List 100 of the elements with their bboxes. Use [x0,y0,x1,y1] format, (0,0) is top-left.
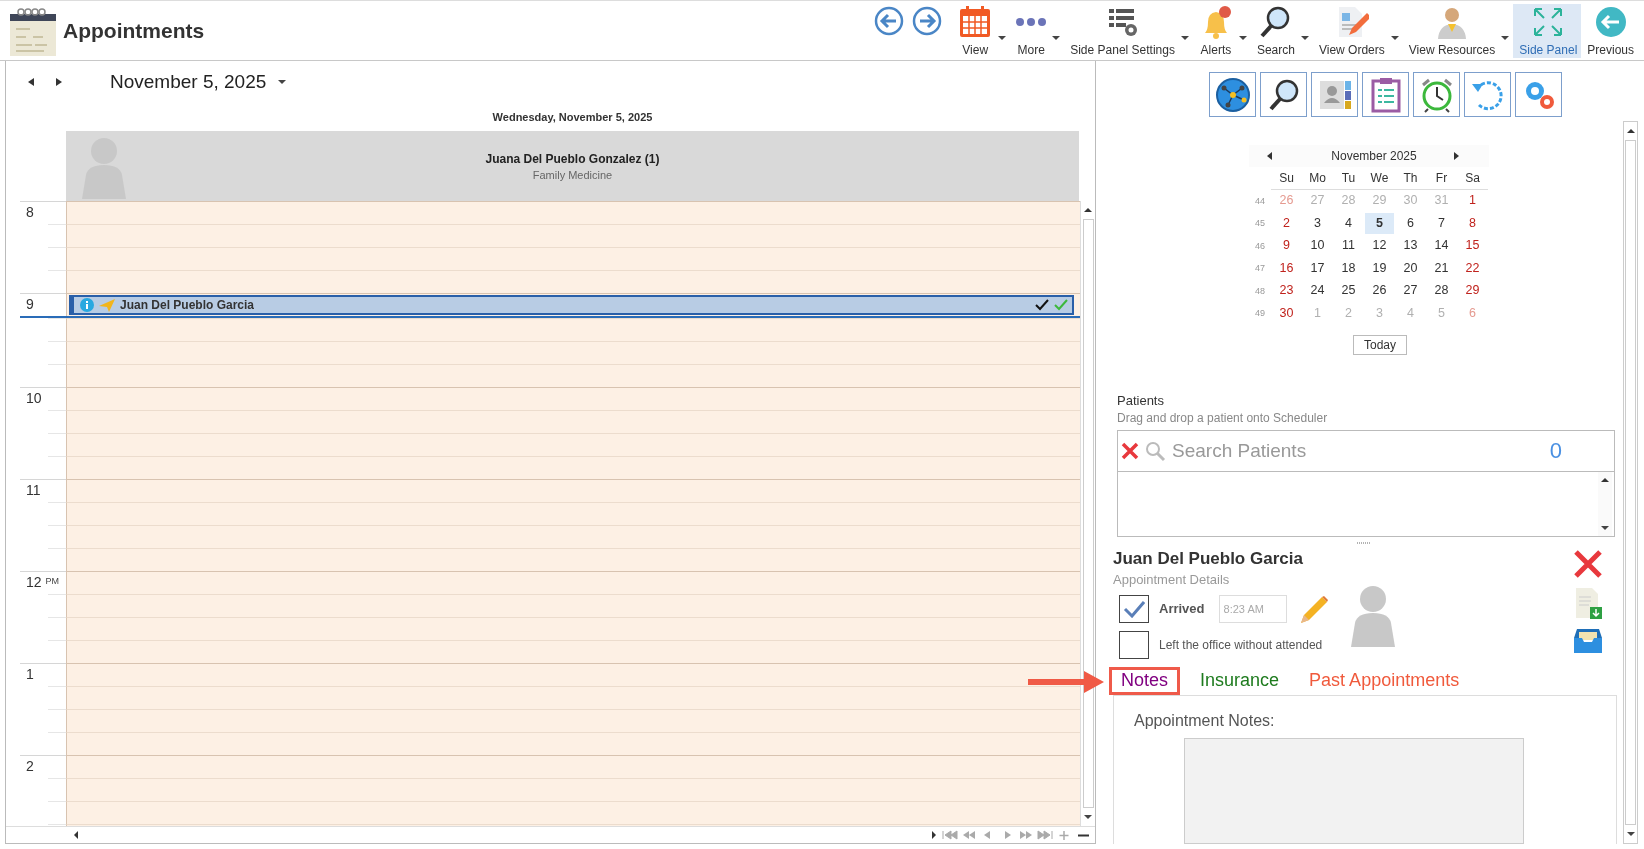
previous-month-icon[interactable] [1267,152,1272,160]
resource-name: Juana Del Pueblo Gonzalez (1) [484,151,661,166]
toolbar-button[interactable]: View Resources [1402,3,1514,58]
calendar-notebook-icon [9,5,57,56]
toolbar-button[interactable]: More [1010,3,1065,58]
first-page-icon[interactable] [942,830,958,840]
hour-label: 8 [26,204,34,220]
weekday-label: Tu [1333,166,1364,190]
calendar-day[interactable]: 20 [1396,257,1425,279]
calendar-day[interactable]: 13 [1396,235,1425,257]
scrollbar[interactable] [1080,201,1095,826]
weekday-label: Sa [1457,166,1488,190]
calendar-day[interactable]: 18 [1334,257,1363,279]
section-subtitle: Appointment Details [1113,571,1231,587]
calendar-day[interactable]: 19 [1365,257,1394,279]
time-slot[interactable] [66,663,1080,686]
scrollbar[interactable] [1598,471,1612,536]
calendar-day[interactable]: 5 [1365,212,1394,234]
toolbar-button[interactable]: Previous [1581,3,1638,58]
weekday-label: Su [1271,166,1302,190]
date-picker[interactable]: November 5, 2025 [104,70,293,94]
scroll-down-icon[interactable] [1084,815,1092,819]
calendar-day[interactable]: 29 [1458,280,1487,302]
delete-icon[interactable] [1573,548,1603,579]
side-panel-button[interactable] [1260,72,1307,117]
calendar-day[interactable]: 14 [1427,235,1456,257]
dots-icon [1016,17,1047,26]
check-icon [1054,299,1068,311]
calendar-day[interactable]: 12 [1365,235,1394,257]
scroll-down-icon[interactable] [1601,525,1609,530]
scroll-left-icon[interactable] [74,831,78,839]
scroll-down-icon[interactable] [1626,832,1635,836]
search-icon [1144,439,1166,462]
toolbar-button[interactable]: Side Panel Settings [1064,3,1193,58]
calendar-day[interactable]: 11 [1334,235,1363,257]
calendar-day[interactable]: 27 [1396,280,1425,302]
week-number: 45 [1255,218,1265,229]
toolbar-button[interactable]: View [952,3,1011,58]
next-arrow-icon[interactable] [56,78,62,86]
scroll-thumb[interactable] [1082,219,1094,808]
scroll-up-icon[interactable] [1084,208,1092,212]
calendar-day[interactable]: 26 [1365,280,1394,302]
previous-arrow-icon[interactable] [28,78,34,86]
time-slot[interactable] [66,755,1080,778]
inbox-tray-icon[interactable] [1573,626,1603,655]
calendar-day[interactable]: 2 [1272,212,1301,234]
calendar-day[interactable]: 6 [1396,212,1425,234]
document-download-icon[interactable] [1573,586,1603,619]
search-field[interactable]: Search Patients [1170,438,1546,463]
calendar-day[interactable]: 17 [1303,257,1332,279]
time-slot[interactable] [66,571,1080,594]
fast-forward-icon[interactable] [1018,830,1034,840]
toolbar-button[interactable]: View Orders [1312,3,1403,58]
weekday-label: We [1364,166,1395,190]
notes-label: Appointment Notes: [1134,711,1276,730]
scroll-up-icon[interactable] [1601,477,1609,482]
calendar-day[interactable]: 8 [1458,212,1487,234]
checkbox[interactable] [1119,630,1149,659]
hour-suffix: PM [45,576,60,588]
calendar-day[interactable]: 10 [1303,235,1332,257]
checkbox[interactable] [1119,594,1149,623]
week-number: 48 [1255,285,1265,296]
caret-icon [278,80,287,84]
info-icon [80,298,94,312]
notes-field[interactable] [1184,737,1524,844]
rewind-icon[interactable] [961,830,977,840]
calendar-day[interactable]: 22 [1458,257,1487,279]
calendar-day[interactable]: 4 [1334,212,1363,234]
patient-name: Juan Del Pueblo Garcia [1113,548,1304,569]
toolbar-button[interactable]: Side Panel [1513,3,1582,58]
calendar-day[interactable]: 1 [1458,190,1487,212]
scroll-up-icon[interactable] [1626,129,1635,133]
calendar-day[interactable]: 25 [1334,280,1363,302]
calendar-day[interactable]: 28 [1427,280,1456,302]
scroll-thumb[interactable] [1625,140,1636,825]
calendar-day[interactable]: 21 [1427,257,1456,279]
today-button[interactable]: Today [1353,334,1407,355]
calendar-day[interactable]: 15 [1458,235,1487,257]
toolbar-button[interactable]: Search [1250,3,1313,58]
last-page-icon[interactable] [1037,830,1053,840]
calendar-day[interactable]: 23 [1272,280,1301,302]
check-icon [1035,299,1049,311]
calendar-day[interactable]: 3 [1303,212,1332,234]
calendar-day[interactable]: 24 [1303,280,1332,302]
scrollbar[interactable] [1623,121,1638,844]
next-month-icon[interactable] [1454,152,1459,160]
side-panel-button[interactable] [1209,72,1256,117]
tab[interactable]: Insurance [1190,666,1290,695]
checkbox-label: Left the office without attended [1159,637,1323,652]
time-slot[interactable] [66,479,1080,502]
result-count: 0 [1549,437,1562,464]
calendar-day[interactable]: 30 [1272,302,1301,324]
calendar-day[interactable]: 7 [1427,212,1456,234]
scroll-right-icon[interactable] [932,831,936,839]
calendar-day[interactable]: 9 [1272,235,1301,257]
calendar-day[interactable]: 16 [1272,257,1301,279]
weekday-label: Th [1395,166,1426,190]
network-globe-icon [1213,75,1252,114]
time-slot[interactable] [66,387,1080,410]
toolbar-button[interactable]: Alerts [1192,3,1251,58]
